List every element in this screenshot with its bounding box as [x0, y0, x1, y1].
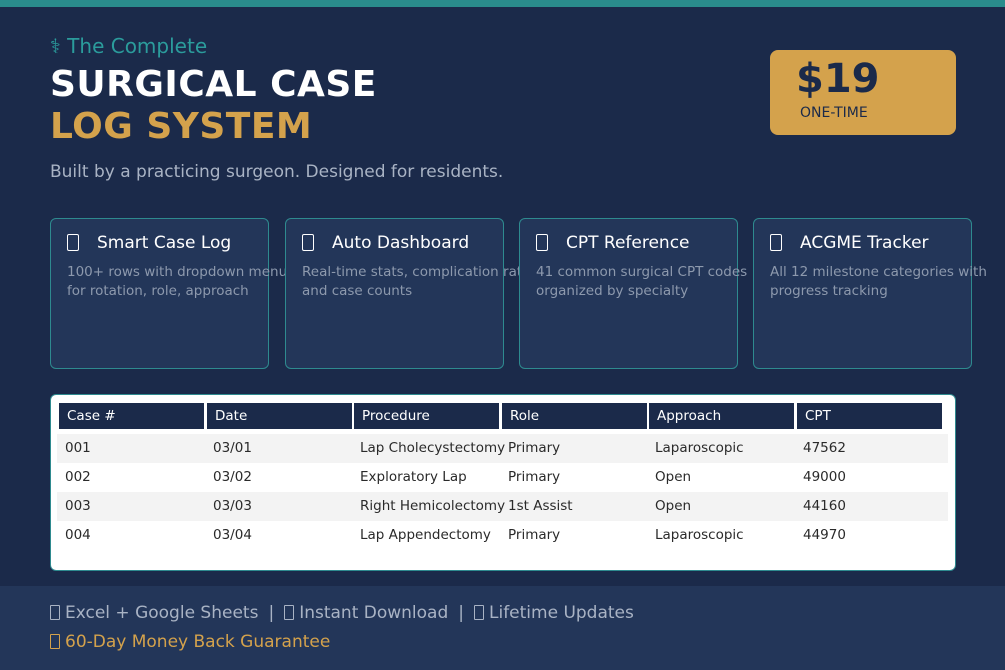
table-cell: Primary [508, 469, 561, 485]
table-cell: 44160 [803, 498, 846, 514]
page-title-line2: LOG SYSTEM [50, 106, 313, 147]
download-icon [284, 605, 295, 620]
feature-desc: All 12 milestone categories with progres… [770, 264, 987, 299]
table-cell: 004 [65, 527, 91, 543]
target-icon [770, 234, 782, 251]
table-cell: 03/04 [213, 527, 252, 543]
table-cell: Primary [508, 440, 561, 456]
guarantee-text: 60-Day Money Back Guarantee [65, 632, 331, 652]
table-cell: 003 [65, 498, 91, 514]
top-accent-bar [0, 0, 1005, 7]
table-cell: Laparoscopic [655, 440, 744, 456]
table-cell: 1st Assist [508, 498, 573, 514]
feature-desc: Real-time stats, complication rates, and… [302, 264, 542, 299]
book-icon [536, 234, 548, 251]
table-row: 002 03/02 Exploratory Lap Primary Open 4… [57, 463, 948, 492]
footer-separator: | [268, 603, 275, 623]
table-row: 001 03/01 Lap Cholecystectomy Primary La… [57, 434, 948, 463]
table-row: 004 03/04 Lap Appendectomy Primary Lapar… [57, 521, 948, 550]
column-header: Date [207, 403, 352, 429]
table-cell: 002 [65, 469, 91, 485]
notebook-icon [67, 234, 79, 251]
table-cell: 44970 [803, 527, 846, 543]
feature-title: Smart Case Log [97, 233, 232, 253]
spreadsheet-icon [50, 605, 60, 620]
table-cell: Open [655, 469, 692, 485]
price-amount: $19 [796, 56, 880, 102]
footer-separator: | [458, 603, 464, 623]
feature-card-smart-case-log: Smart Case Log 100+ rows with dropdown m… [50, 218, 294, 369]
column-header: Case # [59, 403, 204, 429]
column-header: Role [502, 403, 647, 429]
footer-features: Excel + Google Sheets | Instant Download | L… [50, 603, 634, 623]
feature-title: ACGME Tracker [800, 233, 929, 253]
eyebrow-text: ⚕ The Complete [50, 34, 208, 58]
table-cell: 03/01 [213, 440, 252, 456]
feature-title: Auto Dashboard [332, 233, 470, 253]
table-row: 003 03/03 Right Hemicolectomy 1st Assist… [57, 492, 948, 521]
table-cell: Right Hemicolectomy [360, 498, 506, 514]
column-header: Procedure [354, 403, 499, 429]
page-subtitle: Built by a practicing surgeon. Designed … [50, 162, 504, 182]
footer-item-download: Instant Download [299, 603, 449, 623]
table-cell: 49000 [803, 469, 846, 485]
table-cell: 03/03 [213, 498, 252, 514]
feature-desc: 41 common surgical CPT codes organized b… [536, 264, 748, 299]
chart-icon [302, 234, 314, 251]
refresh-icon [474, 605, 484, 620]
table-cell: Primary [508, 527, 561, 543]
feature-title: CPT Reference [566, 233, 690, 253]
footer-guarantee: 60-Day Money Back Guarantee [50, 632, 330, 652]
price-note: ONE-TIME [800, 105, 868, 121]
case-log-table: Case # Date Procedure Role Approach CPT … [50, 394, 956, 571]
page-title-line1: SURGICAL CASE [50, 64, 377, 105]
price-badge: $19 ONE-TIME [770, 50, 956, 135]
table-cell: 03/02 [213, 469, 252, 485]
column-header: Approach [649, 403, 794, 429]
feature-card-acgme-tracker: ACGME Tracker All 12 milestone categorie… [753, 218, 987, 369]
table-cell: 47562 [803, 440, 846, 456]
table-cell: Lap Cholecystectomy [360, 440, 506, 456]
column-header: CPT [797, 403, 942, 429]
table-cell: Open [655, 498, 692, 514]
feature-card-cpt-reference: CPT Reference 41 common surgical CPT cod… [519, 218, 747, 369]
table-cell: Lap Appendectomy [360, 527, 491, 543]
table-cell: Exploratory Lap [360, 469, 467, 485]
shield-icon [50, 634, 60, 649]
feature-card-auto-dashboard: Auto Dashboard Real-time stats, complica… [285, 218, 542, 369]
footer-item-sheets: Excel + Google Sheets [65, 603, 259, 623]
footer-item-updates: Lifetime Updates [489, 603, 634, 623]
footer-bar: Excel + Google Sheets | Instant Download | L… [0, 586, 1005, 670]
table-cell: 001 [65, 440, 91, 456]
feature-desc: 100+ rows with dropdown menus for rotati… [67, 264, 295, 299]
table-cell: Laparoscopic [655, 527, 744, 543]
